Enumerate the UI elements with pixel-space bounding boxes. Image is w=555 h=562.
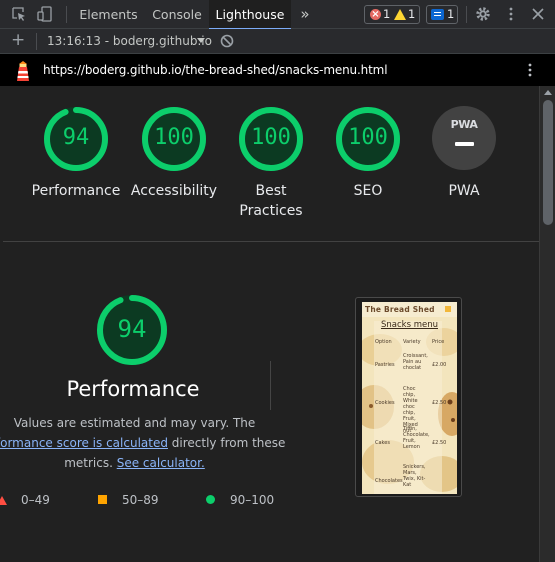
tab-console[interactable]: Console <box>146 0 208 29</box>
screenshot-table-row: Cakes Tiffin, Chocolate, Fruit, Lemon £2… <box>375 426 455 458</box>
devtools-window: Elements Console Lighthouse » 1 1 1 + <box>0 0 555 562</box>
description-text: directly from these <box>167 436 286 450</box>
screenshot-table-row: Pastries Croissant, Pain au choclat £2.0… <box>375 353 455 381</box>
report-scrollbar[interactable] <box>539 86 555 562</box>
screenshot-row-variety: Snickers, Mars, Twix, Kit-Kat <box>403 464 426 488</box>
lighthouse-logo-icon <box>17 61 29 81</box>
screenshot-row-price: £2.50 <box>432 400 447 406</box>
fail-triangle-icon <box>0 496 7 505</box>
screenshot-row-option: Chocolates <box>375 478 403 484</box>
performance-description-line-3: metrics. See calculator. <box>0 456 269 470</box>
report-menu-icon[interactable] <box>526 62 534 78</box>
clear-icon[interactable] <box>220 34 234 48</box>
pwa-badge-text: PWA <box>450 118 478 131</box>
screenshot-table-row: Chocolates Snickers, Mars, Twix, Kit-Kat <box>375 464 455 494</box>
inspect-element-icon[interactable] <box>11 6 27 22</box>
device-toolbar-icon[interactable] <box>37 6 53 22</box>
final-screenshot: The Bread Shed Snacks menu Option Variet… <box>362 302 457 494</box>
error-count: 1 <box>383 7 391 21</box>
tab-lighthouse[interactable]: Lighthouse <box>209 0 291 30</box>
screenshot-table-row: Cookies Choc chip, White choc chip, Frui… <box>375 386 455 434</box>
error-icon <box>370 6 381 23</box>
screenshot-row-variety: Tiffin, Chocolate, Fruit, Lemon <box>403 426 430 450</box>
performance-detail-score: 94 <box>117 315 147 343</box>
seo-score: 100 <box>348 125 388 150</box>
screenshot-heading: Snacks menu <box>380 320 438 330</box>
performance-score: 94 <box>62 125 90 150</box>
screenshot-col-price: Price <box>432 339 445 345</box>
toolbar-divider <box>466 6 467 23</box>
screenshot-table-header: Option Variety Price <box>375 339 455 353</box>
screenshot-menu-table: Option Variety Price Pastries Croissant,… <box>375 339 455 488</box>
warning-icon <box>394 9 406 20</box>
screenshot-col-variety: Variety <box>403 339 421 345</box>
lighthouse-toolbar: + 13:16:13 - boderg.github.io <box>0 29 555 54</box>
pwa-gauge[interactable]: PWA <box>432 106 496 170</box>
devtools-tabbar: Elements Console Lighthouse » 1 1 1 <box>0 0 555 30</box>
description-text: metrics. <box>64 456 117 470</box>
screenshot-row-option: Cakes <box>375 440 390 446</box>
close-icon[interactable] <box>530 6 546 22</box>
see-calculator-link[interactable]: See calculator. <box>117 456 205 470</box>
section-divider <box>3 241 539 242</box>
performance-title: Performance <box>66 377 200 401</box>
score-calculated-link[interactable]: erformance score is calculated <box>0 436 168 450</box>
seo-label: SEO <box>353 183 383 199</box>
more-options-icon[interactable] <box>503 6 519 22</box>
final-screenshot-frame[interactable]: The Bread Shed Snacks menu Option Variet… <box>355 297 462 497</box>
section-separator <box>270 361 271 410</box>
lighthouse-report: 94 Performance 100 Accessibility 100 Bes… <box>0 86 539 562</box>
pass-circle-icon <box>206 495 215 504</box>
report-selector-label: 13:16:13 - boderg.github.io <box>47 34 212 48</box>
legend-pass-range: 90–100 <box>230 493 275 507</box>
legend-average-range: 50–89 <box>122 493 159 507</box>
performance-description-line-1: Values are estimated and may vary. The <box>0 416 269 430</box>
average-square-icon <box>98 495 107 504</box>
screenshot-col-option: Option <box>375 339 392 345</box>
accessibility-label: Accessibility <box>130 183 218 199</box>
screenshot-row-variety: Croissant, Pain au choclat <box>403 353 428 371</box>
accessibility-score: 100 <box>154 125 194 150</box>
screenshot-row-option: Cookies <box>375 400 395 406</box>
message-count: 1 <box>447 7 455 21</box>
best-practices-score: 100 <box>251 125 291 150</box>
legend-fail-range: 0–49 <box>21 493 50 507</box>
report-url-bar: https://boderg.github.io/the-bread-shed/… <box>0 54 555 86</box>
performance-label: Performance <box>31 183 121 199</box>
tab-elements[interactable]: Elements <box>71 0 146 29</box>
scrollbar-thumb[interactable] <box>543 100 553 225</box>
pwa-dash-icon <box>455 142 474 146</box>
toolbar-divider <box>36 33 37 50</box>
report-url[interactable]: https://boderg.github.io/the-bread-shed/… <box>43 63 388 77</box>
gear-icon[interactable] <box>475 6 491 22</box>
screenshot-row-price: £2.50 <box>432 440 447 446</box>
warning-count: 1 <box>408 7 416 21</box>
pwa-label: PWA <box>448 183 480 199</box>
new-report-button[interactable]: + <box>11 30 25 50</box>
screenshot-row-price: £2.00 <box>432 362 447 368</box>
screenshot-brand: The Bread Shed <box>365 305 435 314</box>
chevron-down-icon <box>197 38 205 43</box>
description-text: Values are estimated and may vary. The <box>13 416 256 430</box>
message-icon <box>431 9 444 20</box>
screenshot-row-option: Pastries <box>375 362 395 368</box>
scroll-up-arrow-icon[interactable] <box>544 90 552 95</box>
best-practices-label: Best Practices <box>239 183 303 219</box>
messages-badge[interactable]: 1 <box>426 5 458 24</box>
toolbar-divider <box>66 6 67 23</box>
issues-badge[interactable]: 1 1 <box>364 5 420 24</box>
performance-description-line-2: erformance score is calculated directly … <box>0 436 302 450</box>
report-selector[interactable]: 13:16:13 - boderg.github.io <box>47 34 212 50</box>
more-tabs-button[interactable]: » <box>297 0 313 29</box>
